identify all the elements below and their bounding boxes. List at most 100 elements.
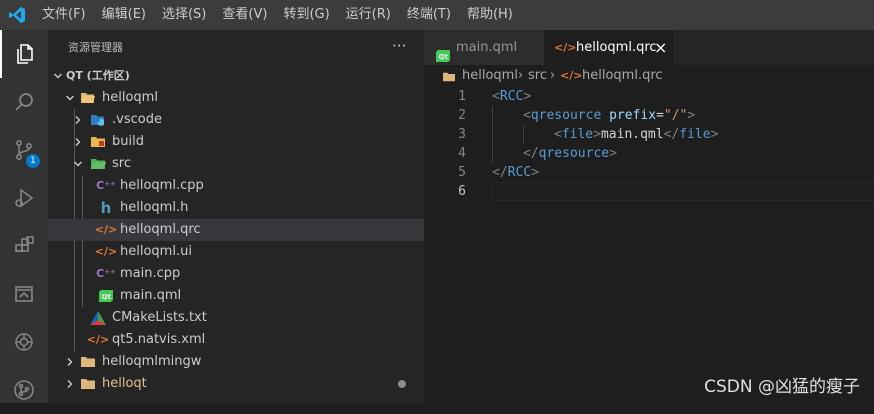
tree-item-label: helloqt [102,373,147,395]
tree-item-helloqml-qrc[interactable]: </> helloqml.qrc [48,219,424,241]
breadcrumb-item[interactable]: helloqml [462,65,518,87]
tree-item-helloqml[interactable]: helloqml [48,87,424,109]
line-number: 5 [424,163,466,182]
close-icon[interactable]: × [654,30,667,65]
svg-text:Qt: Qt [102,293,112,301]
tree-item-helloqml-cpp[interactable]: C⁺⁺ helloqml.cpp [48,175,424,197]
xml-file-icon: </> [90,332,106,348]
editor-area: Qt main.qml </> helloqml.qrc × helloqml … [424,30,874,403]
tree-item-label: CMakeLists.txt [112,307,207,329]
menu-edit[interactable]: 编辑(E) [94,0,154,30]
activity-bar: 1 [0,30,48,403]
folder-icon [80,354,96,370]
tree-item-vscode[interactable]: .vscode [48,109,424,131]
indent-guide [523,125,524,144]
menu-selection[interactable]: 选择(S) [154,0,214,30]
git-graph-icon[interactable] [0,366,48,414]
chatgpt-icon[interactable] [0,318,48,366]
tree-item-label: main.cpp [120,263,180,285]
tree-item-label: main.qml [120,285,181,307]
modified-dot-icon [398,380,406,388]
code-line: <file>main.qml</file> [554,125,718,144]
tab-label: main.qml [456,30,517,65]
code-line: </qresource> [523,144,617,163]
remote-explorer-icon[interactable] [0,270,48,318]
explorer-icon[interactable] [0,30,48,78]
header-file-icon: h [98,200,114,216]
menu-terminal[interactable]: 终端(T) [399,0,459,30]
source-control-icon[interactable]: 1 [0,126,48,174]
run-debug-icon[interactable] [0,174,48,222]
tab-main-qml[interactable]: Qt main.qml [424,30,544,65]
tree-item-main-cpp[interactable]: C⁺⁺ main.cpp [48,263,424,285]
cpp-file-icon: C⁺⁺ [98,178,114,194]
scm-badge: 1 [26,154,40,168]
folder-open-icon [80,90,96,106]
code-line: </RCC> [492,163,539,182]
tree-item-label: qt5.natvis.xml [112,329,205,351]
line-number: 3 [424,125,466,144]
tree-item-label: helloqml [102,87,158,109]
tree-item-helloqml-ui[interactable]: </> helloqml.ui [48,241,424,263]
menu-help[interactable]: 帮助(H) [459,0,521,30]
menu-view[interactable]: 查看(V) [214,0,275,30]
svg-text:Qt: Qt [439,53,449,61]
line-number: 4 [424,144,466,163]
watermark: CSDN @凶猛的瘦子 [704,372,860,397]
breadcrumb-item[interactable]: helloqml.qrc [582,65,663,87]
tree-item-src[interactable]: src [48,153,424,175]
src-folder-icon [90,156,106,172]
menu-go[interactable]: 转到(G) [275,0,337,30]
current-line-highlight [492,182,874,201]
code-line: <RCC> [492,87,531,106]
tree-item-label: .vscode [112,109,162,131]
line-number: 2 [424,106,466,125]
menu-bar: 文件(F) 编辑(E) 选择(S) 查看(V) 转到(G) 运行(R) 终端(T… [0,0,874,30]
explorer-sidebar: 资源管理器 ··· QT (工作区) helloqml .vscode [48,30,424,403]
breadcrumb: helloqml › src › </> helloqml.qrc [424,65,874,87]
xml-file-icon: </> [554,30,576,65]
chevron-right-icon [62,373,78,395]
tree-item-label: build [112,131,144,153]
tab-label: helloqml.qrc [576,30,657,65]
workspace-header[interactable]: QT (工作区) [48,65,424,87]
tree-item-label: helloqml.qrc [120,219,201,241]
extensions-icon[interactable] [0,222,48,270]
tree-item-label: helloqml.cpp [120,175,204,197]
vscode-folder-icon [90,112,106,128]
chevron-down-icon [62,87,78,109]
search-icon[interactable] [0,78,48,126]
menu-run[interactable]: 运行(R) [338,0,399,30]
tree-item-label: helloqml.ui [120,241,192,263]
breadcrumb-separator: › [550,65,555,87]
chevron-right-icon [70,131,86,153]
tree-item-cmakelists[interactable]: CMakeLists.txt [48,307,424,329]
tree-item-helloqml-h[interactable]: h helloqml.h [48,197,424,219]
code-line: <qresource prefix="/"> [523,106,695,125]
tree-item-label: src [112,153,131,175]
line-number: 1 [424,87,466,106]
breadcrumb-separator: › [518,65,523,87]
chevron-right-icon [62,351,78,373]
folder-icon [80,376,96,392]
chevron-down-icon [50,65,66,87]
tree-item-natvis[interactable]: </> qt5.natvis.xml [48,329,424,351]
tree-item-main-qml[interactable]: Qt main.qml [48,285,424,307]
more-actions-button[interactable]: ··· [392,30,406,65]
folder-icon [90,134,106,150]
tab-bar: Qt main.qml </> helloqml.qrc × [424,30,874,65]
breadcrumb-item[interactable]: src [528,65,547,87]
cpp-file-icon: C⁺⁺ [98,266,114,282]
tree-item-helloqmlmingw[interactable]: helloqmlmingw [48,351,424,373]
tab-helloqml-qrc[interactable]: </> helloqml.qrc × [544,30,674,65]
indent-guide [492,106,493,163]
workspace-label: QT (工作区) [66,65,130,87]
chevron-right-icon [70,109,86,131]
tree-item-label: helloqmlmingw [102,351,201,373]
tree-item-build[interactable]: build [48,131,424,153]
line-number: 6 [424,182,466,201]
tree-item-label: helloqml.h [120,197,188,219]
vscode-logo-icon [0,0,34,30]
menu-file[interactable]: 文件(F) [34,0,94,30]
tree-item-helloqt[interactable]: helloqt [48,373,424,395]
